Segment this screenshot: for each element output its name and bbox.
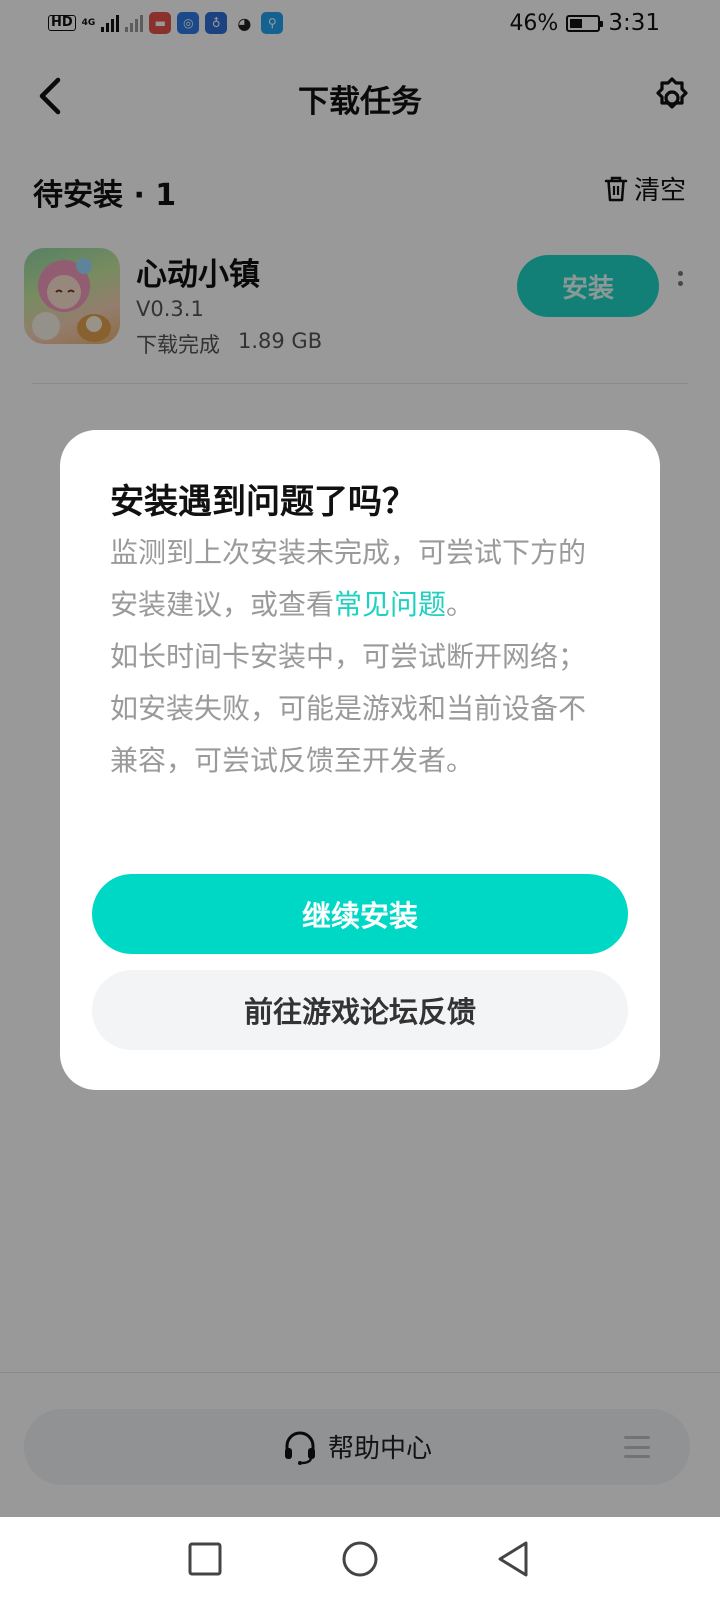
dialog-paragraph-3: 如安装失败，可能是游戏和当前设备不兼容，可尝试反馈至开发者。: [110, 692, 587, 777]
system-navigation-bar: [0, 1517, 720, 1600]
dialog-paragraph-2: 如长时间卡安装中，可尝试断开网络；: [110, 640, 587, 673]
recent-apps-icon[interactable]: [185, 1539, 225, 1579]
dialog-message: 监测到上次安装未完成，可尝试下方的安装建议，或查看常见问题。 如长时间卡安装中，…: [110, 527, 610, 787]
dialog-title: 安装遇到问题了吗？: [110, 482, 416, 522]
dialog-paragraph-1: 监测到上次安装未完成，可尝试下方的安装建议，或查看常见问题。: [110, 527, 610, 631]
back-icon[interactable]: [494, 1539, 534, 1579]
install-problem-dialog: 安装遇到问题了吗？ 监测到上次安装未完成，可尝试下方的安装建议，或查看常见问题。…: [60, 430, 660, 1090]
continue-install-button[interactable]: 继续安装: [92, 874, 628, 954]
dialog-text: 。: [446, 588, 475, 621]
forum-feedback-button[interactable]: 前往游戏论坛反馈: [92, 970, 628, 1050]
faq-link[interactable]: 常见问题: [334, 588, 446, 621]
home-icon[interactable]: [340, 1539, 380, 1579]
